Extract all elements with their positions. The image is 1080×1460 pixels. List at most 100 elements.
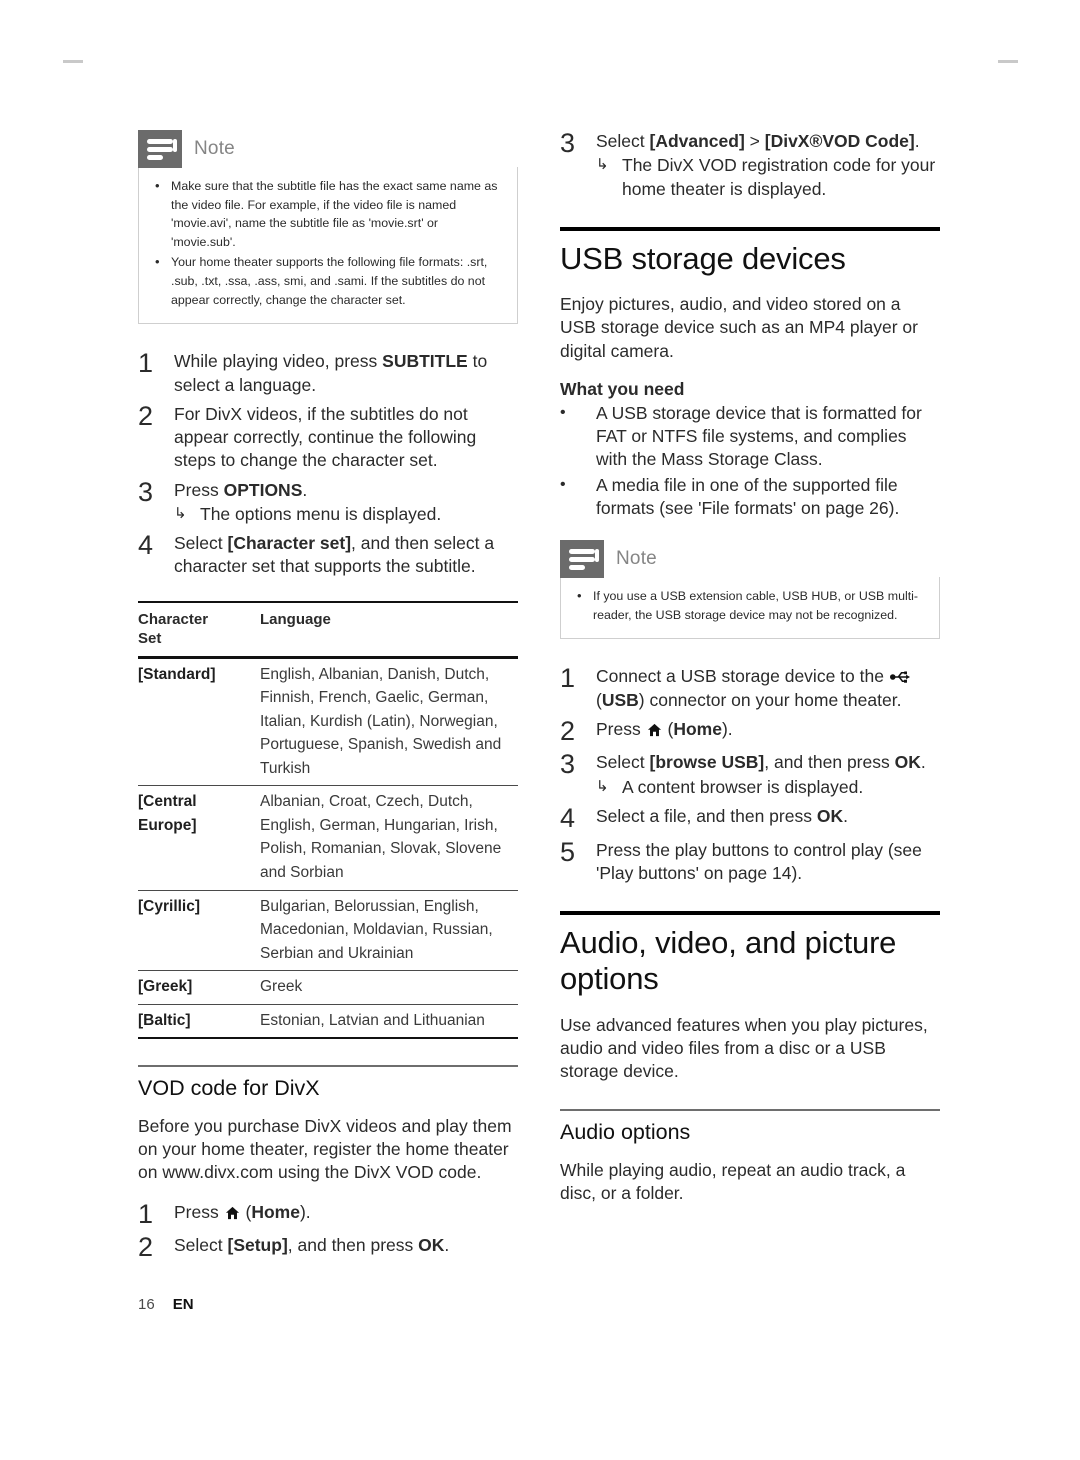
usb-icon bbox=[889, 667, 914, 684]
subtitle-steps-list: 1 While playing video, press SUBTITLE to… bbox=[138, 350, 518, 578]
step-item: 3 Select [browse USB], and then press OK… bbox=[560, 751, 940, 799]
step-item: 3 Press OPTIONS. ↳ The options menu is d… bbox=[138, 476, 518, 527]
step-item: 1 While playing video, press SUBTITLE to… bbox=[138, 350, 518, 397]
section-rule-avp bbox=[560, 911, 940, 916]
step-text-mid: ( bbox=[662, 718, 674, 739]
requirements-list: • A USB storage device that is formatted… bbox=[560, 402, 940, 520]
step-text-bold: OPTIONS bbox=[223, 479, 303, 500]
step-text: Press (Home). bbox=[596, 718, 940, 741]
note-box-usb: Note If you use a USB extension cable, U… bbox=[560, 540, 940, 640]
section-rule-usb bbox=[560, 226, 940, 231]
step-text-a: Press bbox=[596, 718, 646, 739]
step-text-bold: [browse USB] bbox=[649, 752, 765, 773]
two-column-layout: Note Make sure that the subtitle file ha… bbox=[0, 128, 1080, 1268]
usb-steps-list: 1 Connect a USB storage device to the (U… bbox=[560, 665, 940, 885]
requirement-text: A USB storage device that is formatted f… bbox=[596, 402, 922, 470]
step-text-a: Select bbox=[174, 1235, 228, 1256]
step-number: 2 bbox=[138, 400, 154, 431]
step-item: 4 Select a file, and then press OK. bbox=[560, 803, 940, 833]
usb-intro-paragraph: Enjoy pictures, audio, and video stored … bbox=[560, 294, 918, 361]
step-number: 3 bbox=[560, 128, 576, 158]
step-number: 1 bbox=[138, 1198, 154, 1229]
step-item: 2 Select [Setup], and then press OK. bbox=[138, 1232, 518, 1263]
footer-language-code: EN bbox=[172, 1296, 194, 1313]
section-rule-audio-options bbox=[560, 1109, 940, 1111]
note-lines-icon bbox=[138, 130, 182, 168]
bullet-icon: • bbox=[560, 475, 566, 493]
step-text-mid: > bbox=[744, 131, 765, 151]
step-text-bold: Home bbox=[673, 718, 722, 739]
step-text-b: . bbox=[302, 479, 308, 500]
step-text: Select [browse USB], and then press OK. bbox=[596, 751, 940, 774]
step-text-c: . bbox=[444, 1235, 450, 1256]
heading-what-you-need: What you need bbox=[560, 378, 685, 399]
step-text-mid: ( bbox=[240, 1201, 252, 1222]
cell-character-set: [Central Europe] bbox=[138, 793, 197, 834]
character-set-table: Character Set Language [Standard] Englis… bbox=[138, 601, 518, 1040]
step-number: 2 bbox=[138, 1232, 154, 1263]
note-body: If you use a USB extension cable, USB HU… bbox=[560, 577, 940, 640]
step-item: 2 For DivX videos, if the subtitles do n… bbox=[138, 400, 518, 473]
audio-options-paragraph: While playing audio, repeat an audio tra… bbox=[560, 1159, 906, 1204]
step-text-a: Press bbox=[174, 479, 224, 500]
vod-steps-list: 1 Press (Home). 2 Select [Setup], and th… bbox=[138, 1198, 518, 1263]
table-header: Character Set Language bbox=[138, 601, 518, 658]
step-text-b: ) connector on your home theater. bbox=[638, 689, 902, 710]
page-footer: 16 EN bbox=[138, 1296, 194, 1313]
step-item: 4 Select [Character set], and then selec… bbox=[138, 532, 518, 579]
step-number: 1 bbox=[560, 663, 576, 694]
step-item: 1 Connect a USB storage device to the (U… bbox=[560, 665, 940, 712]
step-number: 4 bbox=[560, 803, 576, 833]
step-text: While playing video, press SUBTITLE to s… bbox=[174, 350, 518, 397]
left-column: Note Make sure that the subtitle file ha… bbox=[138, 130, 518, 1268]
step-text-c: . bbox=[920, 752, 926, 773]
step-text: Press (Home). bbox=[174, 1201, 518, 1224]
step-number: 2 bbox=[560, 715, 576, 746]
step-text-bold: USB bbox=[601, 689, 639, 710]
note-title: Note bbox=[616, 548, 657, 570]
home-icon bbox=[225, 1203, 240, 1219]
substep-arrow-icon: ↳ bbox=[174, 504, 187, 522]
substep-arrow-icon: ↳ bbox=[596, 156, 609, 174]
avp-intro-paragraph: Use advanced features when you play pict… bbox=[560, 1014, 928, 1082]
note-bullet: Your home theater supports the following… bbox=[153, 252, 503, 309]
home-icon bbox=[647, 720, 662, 737]
table-row: [Baltic] Estonian, Latvian and Lithuania… bbox=[138, 1004, 518, 1039]
step-text: Select [Setup], and then press OK. bbox=[174, 1234, 518, 1257]
cell-character-set: [Cyrillic] bbox=[138, 897, 201, 915]
step-number: 3 bbox=[138, 476, 154, 507]
step-text-a: Select bbox=[596, 131, 650, 151]
vod-steps-continued: 3 Select [Advanced] > [DivX®VOD Code]. ↳… bbox=[560, 128, 940, 201]
cell-character-set: [Baltic] bbox=[138, 1011, 191, 1029]
step-text: Press OPTIONS. bbox=[174, 479, 518, 502]
cell-language: Greek bbox=[260, 978, 303, 996]
vod-paragraph: Before you purchase DivX videos and play… bbox=[138, 1115, 512, 1183]
table-body: [Standard] English, Albanian, Danish, Du… bbox=[138, 657, 518, 1039]
step-text-bold: Home bbox=[251, 1201, 300, 1222]
cell-language: Estonian, Latvian and Lithuanian bbox=[260, 1011, 485, 1029]
cell-language: English, Albanian, Danish, Dutch, Finnis… bbox=[260, 665, 502, 777]
table-row: [Greek] Greek bbox=[138, 971, 518, 1005]
step-text-bold: [Setup] bbox=[227, 1235, 288, 1256]
step-text-b: , and then press bbox=[287, 1235, 419, 1256]
step-text-b: ). bbox=[299, 1201, 311, 1222]
heading-vod-code: VOD code for DivX bbox=[138, 1075, 320, 1100]
step-item: 5 Press the play buttons to control play… bbox=[560, 838, 940, 886]
step-text: Press the play buttons to control play (… bbox=[596, 839, 922, 883]
table-row: [Central Europe] Albanian, Croat, Czech,… bbox=[138, 786, 518, 891]
step-text-bold: [Advanced] bbox=[649, 131, 745, 151]
step-item: 2 Press (Home). bbox=[560, 715, 940, 746]
note-bullet: Make sure that the subtitle file has the… bbox=[153, 176, 503, 251]
step-number: 4 bbox=[138, 530, 154, 561]
right-column: 3 Select [Advanced] > [DivX®VOD Code]. ↳… bbox=[560, 128, 940, 1221]
step-text: Select [Advanced] > [DivX®VOD Code]. bbox=[596, 130, 940, 153]
substep: ↳ The options menu is displayed. bbox=[174, 503, 518, 526]
step-number: 1 bbox=[138, 348, 154, 379]
step-text-bold2: OK bbox=[894, 752, 921, 773]
substep-arrow-icon: ↳ bbox=[596, 777, 609, 795]
cell-language: Bulgarian, Belorussian, English, Macedon… bbox=[260, 897, 493, 962]
note-box-subtitles: Note Make sure that the subtitle file ha… bbox=[138, 130, 518, 325]
note-header: Note bbox=[560, 540, 940, 579]
step-text-b: . bbox=[914, 131, 920, 151]
step-item: 3 Select [Advanced] > [DivX®VOD Code]. ↳… bbox=[560, 128, 940, 201]
